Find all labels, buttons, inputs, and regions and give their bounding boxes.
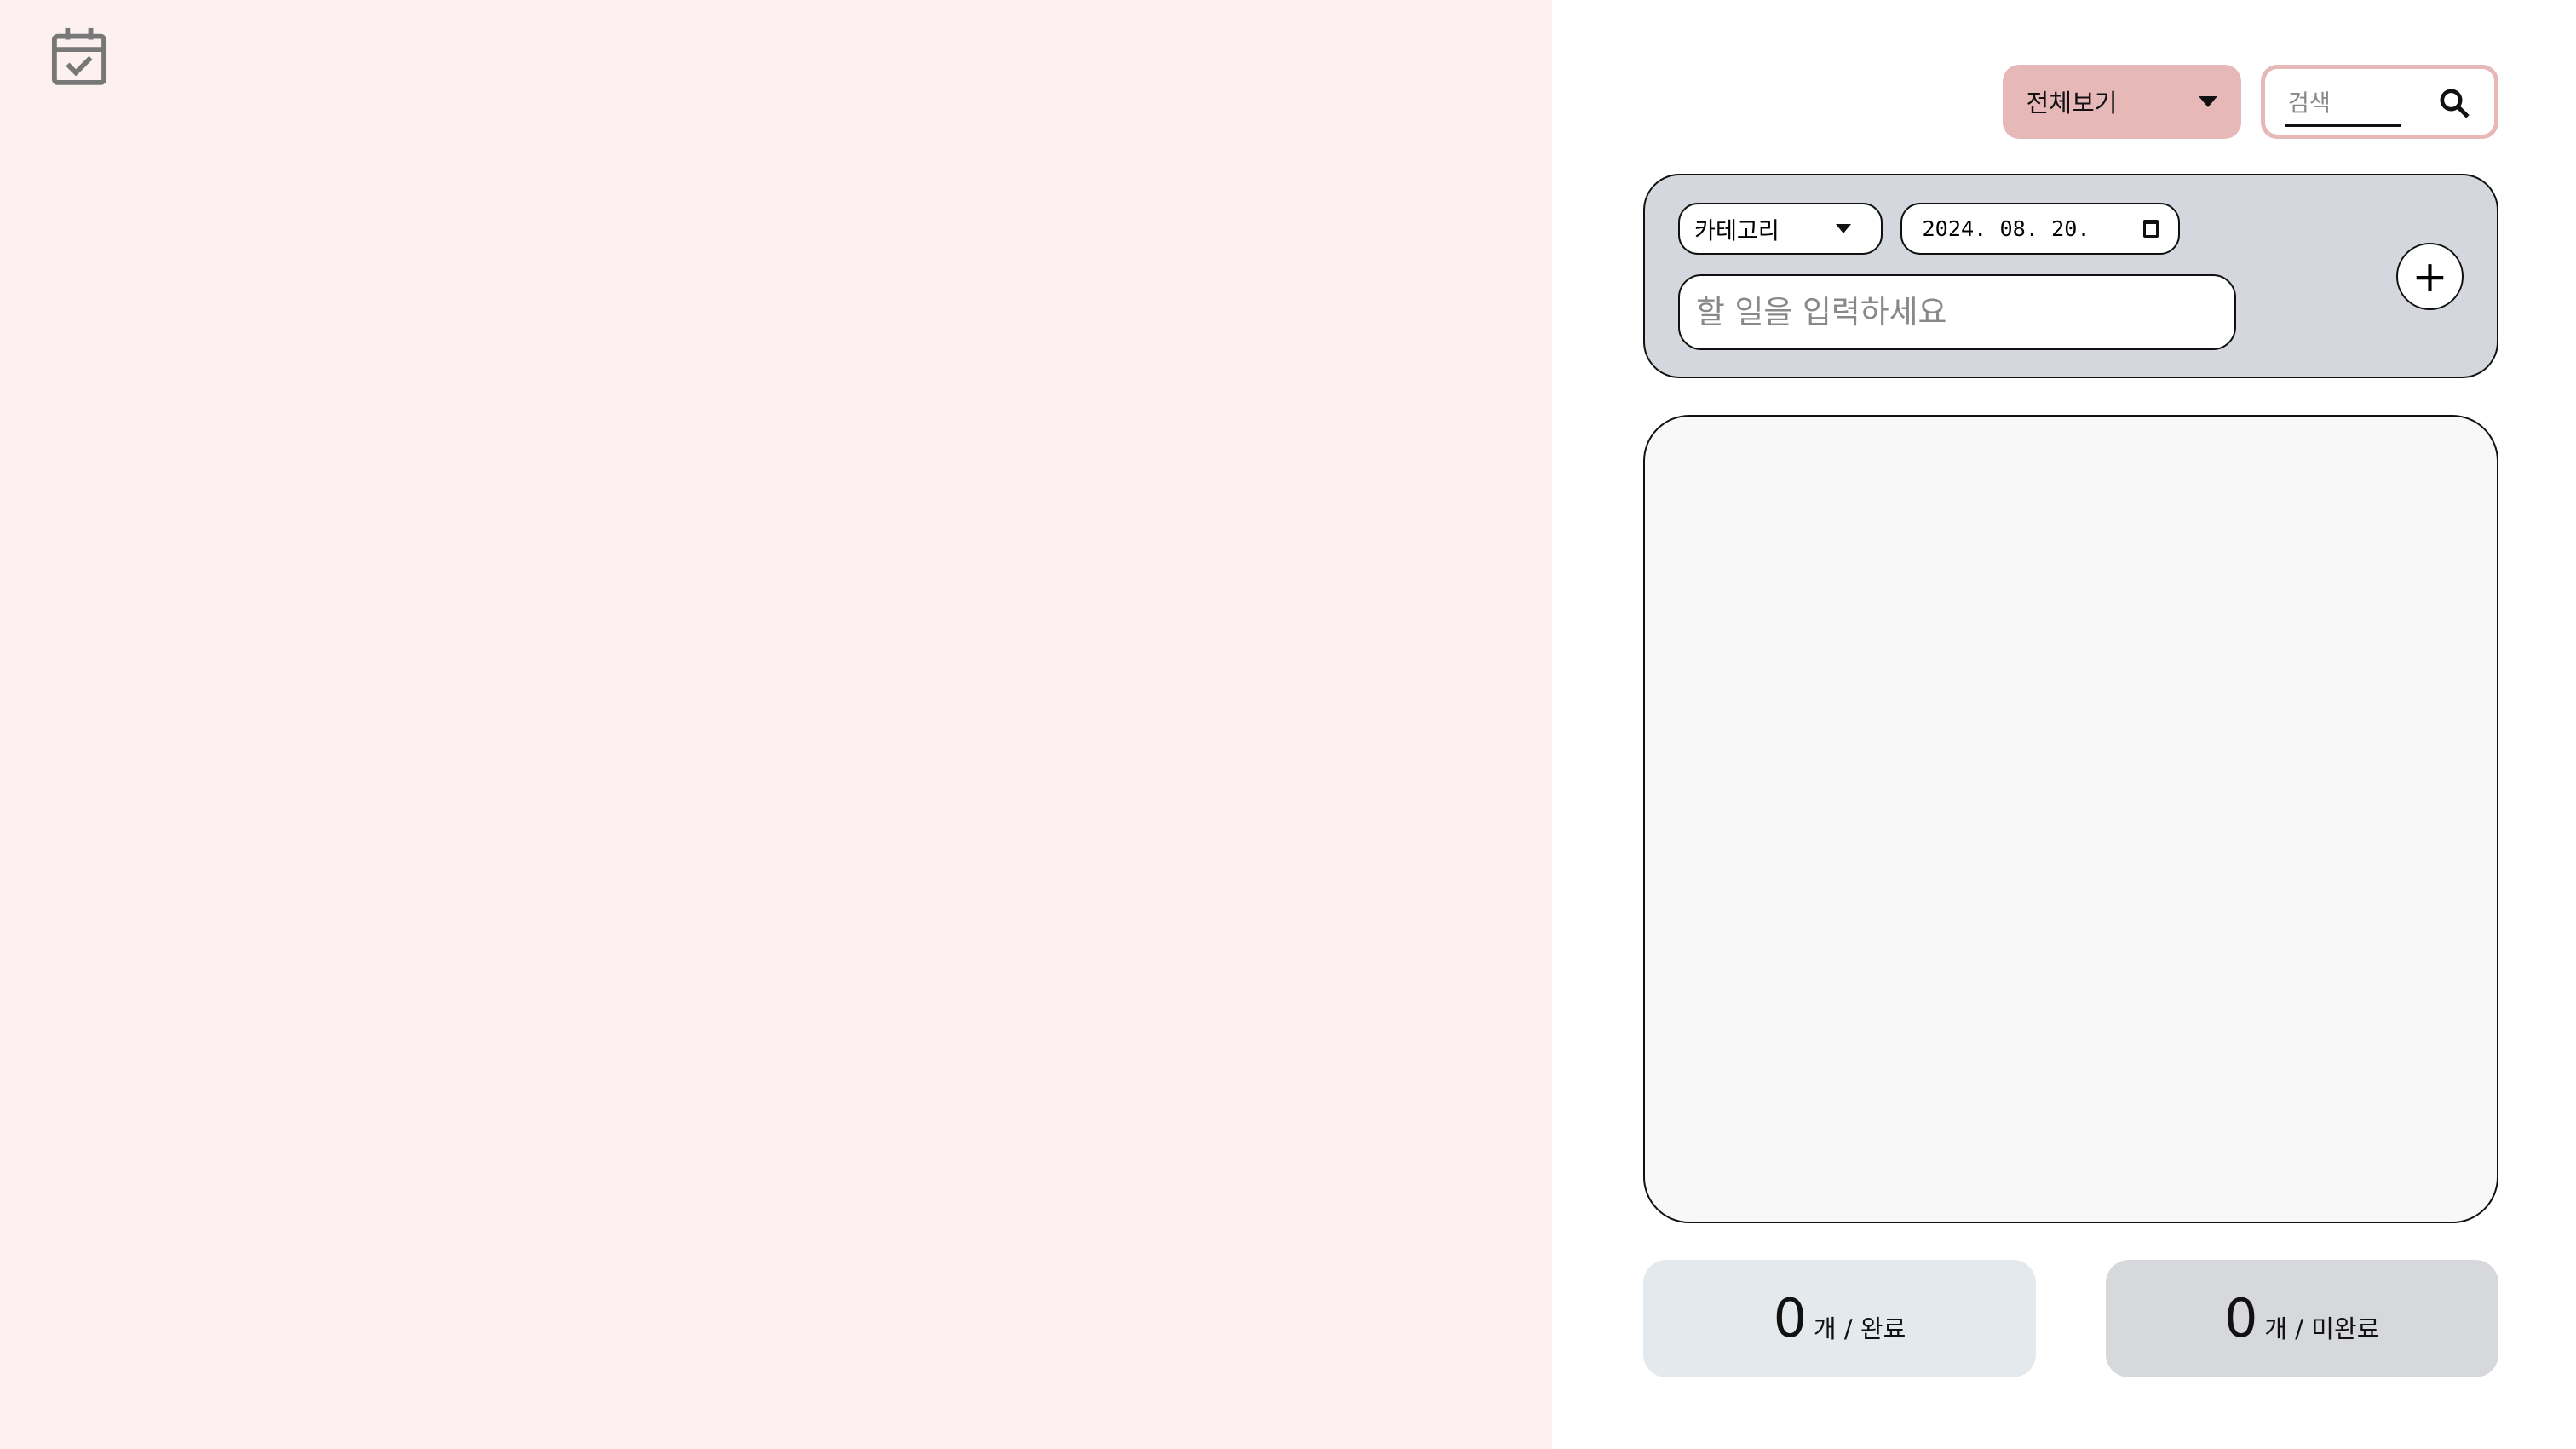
completed-count: 0 — [1773, 1287, 1808, 1350]
task-input[interactable] — [1677, 273, 2236, 350]
completed-count-card: 0 개 / 완료 — [1642, 1260, 2037, 1377]
incomplete-count-card: 0 개 / 미완료 — [2105, 1260, 2498, 1377]
add-task-button[interactable]: + — [2395, 243, 2464, 311]
incomplete-label: 개 / 미완료 — [2264, 1314, 2380, 1343]
date-value: 2024. 08. 20. — [1922, 216, 2090, 242]
view-filter-label: 전체보기 — [2026, 89, 2118, 118]
search-input[interactable] — [2285, 82, 2401, 128]
todo-list — [1642, 414, 2498, 1224]
category-select[interactable]: 카테고리 — [1677, 203, 1883, 255]
app-root: 전체보기 카테고리 2024. 08. 20. + 0 개 / 완료 0 개 /… — [0, 0, 2576, 1449]
view-filter-dropdown[interactable]: 전체보기 — [2003, 64, 2241, 139]
completed-label: 개 / 완료 — [1813, 1314, 1906, 1343]
search-icon[interactable] — [2438, 87, 2471, 120]
caret-down-icon — [1836, 224, 1852, 233]
sidebar-panel — [0, 0, 1553, 1449]
calendar-icon[interactable] — [2143, 219, 2159, 239]
calendar-check-icon[interactable] — [51, 26, 107, 86]
add-task-card: 카테고리 2024. 08. 20. + — [1642, 173, 2498, 378]
category-label: 카테고리 — [1694, 218, 1780, 245]
date-input[interactable]: 2024. 08. 20. — [1900, 203, 2180, 255]
caret-down-icon — [2199, 95, 2218, 107]
search-box — [2260, 64, 2498, 139]
incomplete-count: 0 — [2224, 1287, 2258, 1350]
plus-icon: + — [2412, 250, 2448, 302]
